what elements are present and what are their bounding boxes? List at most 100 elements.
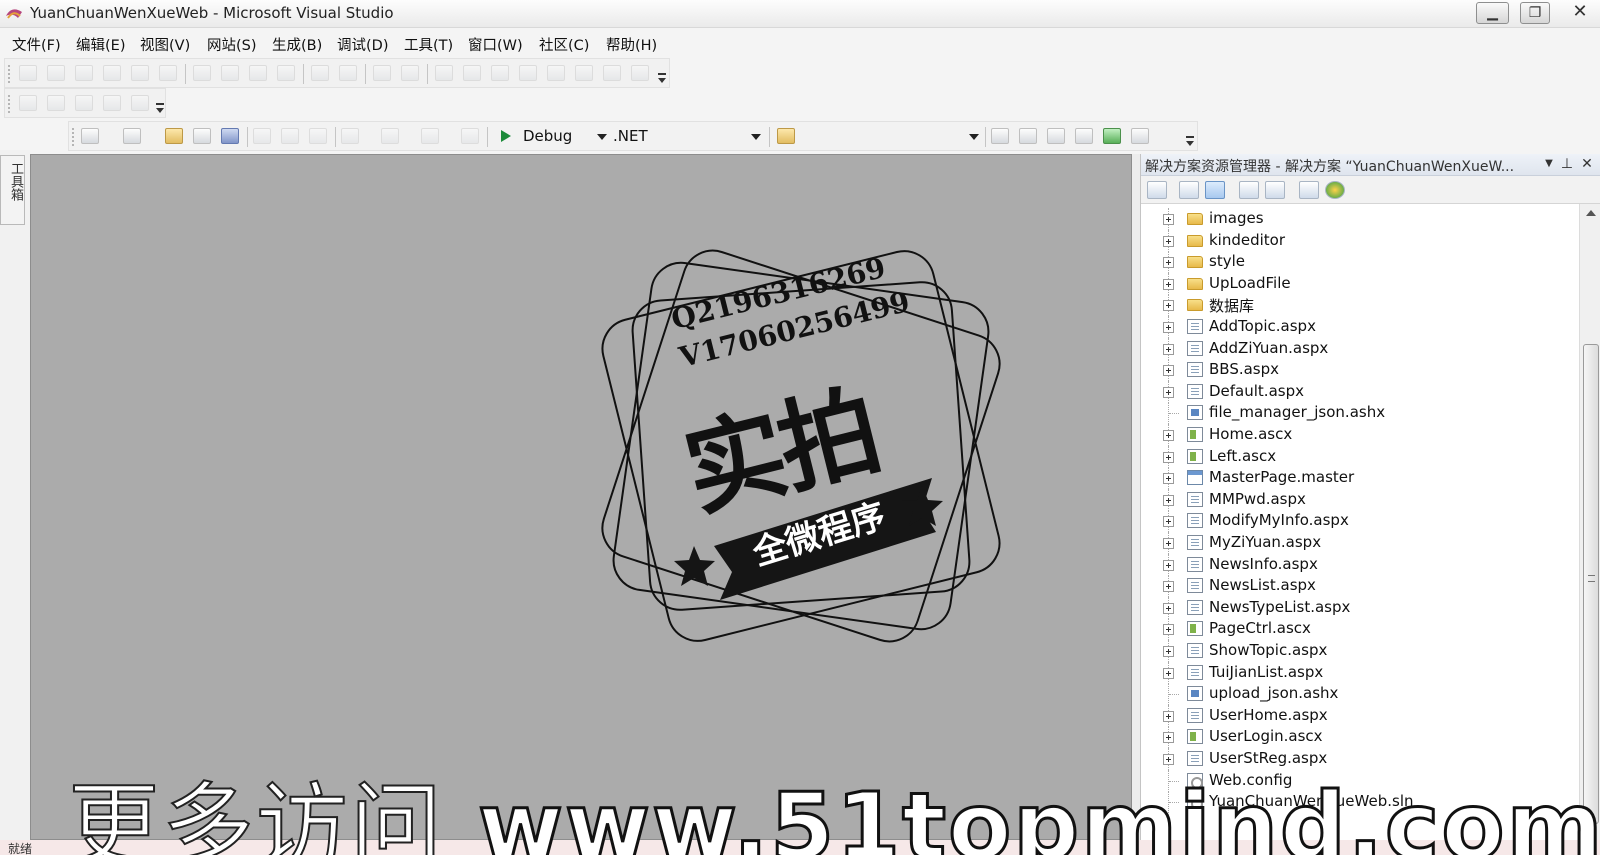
copy-icon[interactable] xyxy=(281,128,299,144)
expand-plus-icon[interactable] xyxy=(1163,646,1174,657)
expand-plus-icon[interactable] xyxy=(1163,581,1174,593)
toolbar-button[interactable] xyxy=(631,65,649,81)
tree-item[interactable]: ModifyMyInfo.aspx xyxy=(1141,510,1579,533)
tree-item[interactable]: NewsInfo.aspx xyxy=(1141,553,1579,576)
toolbar-button[interactable] xyxy=(159,65,177,81)
view-designer-icon[interactable] xyxy=(1265,181,1285,199)
tools-icon[interactable] xyxy=(1075,128,1093,144)
tree-item[interactable]: 数据库 xyxy=(1141,294,1579,317)
close-button[interactable]: ✕ xyxy=(1562,2,1598,24)
properties-icon[interactable] xyxy=(1147,181,1167,199)
expand-plus-icon[interactable] xyxy=(1163,365,1174,377)
toolbar-button[interactable] xyxy=(435,65,453,81)
navigate-forward-icon[interactable] xyxy=(461,128,479,144)
toolbar-button[interactable] xyxy=(339,65,357,81)
menu-community[interactable]: 社区(C) xyxy=(539,34,589,55)
scroll-up-icon[interactable] xyxy=(1586,210,1596,216)
expand-plus-icon[interactable] xyxy=(1163,559,1174,571)
tree-item[interactable]: MasterPage.master xyxy=(1141,467,1579,490)
tree-item[interactable]: UserLogin.ascx xyxy=(1141,726,1579,749)
view-code-icon[interactable] xyxy=(1239,181,1259,199)
toolbar-button[interactable] xyxy=(47,65,65,81)
toolbar-overflow-icon[interactable] xyxy=(155,103,165,117)
expand-plus-icon[interactable] xyxy=(1163,710,1174,722)
expand-plus-icon[interactable] xyxy=(1163,278,1174,290)
toolbar-button[interactable] xyxy=(277,65,295,81)
tree-item[interactable]: Default.aspx xyxy=(1141,380,1579,403)
tree-item[interactable]: AddTopic.aspx xyxy=(1141,316,1579,338)
toolbar-button[interactable] xyxy=(311,65,329,81)
tree-item[interactable]: upload_json.ashx xyxy=(1141,683,1579,706)
expand-plus-icon[interactable] xyxy=(1163,214,1174,225)
toolbar-button[interactable] xyxy=(463,65,481,81)
expand-plus-icon[interactable] xyxy=(1163,732,1174,744)
start-debugging-icon[interactable] xyxy=(497,128,515,144)
expand-plus-icon[interactable] xyxy=(1163,322,1174,333)
toolbar-button[interactable] xyxy=(131,95,149,111)
menu-view[interactable]: 视图(V) xyxy=(140,34,190,55)
configuration-select[interactable]: Debug xyxy=(519,125,611,147)
add-item-icon[interactable] xyxy=(123,128,141,144)
find-in-files-icon[interactable] xyxy=(777,128,795,144)
new-project-icon[interactable] xyxy=(81,128,99,144)
paste-icon[interactable] xyxy=(309,128,327,144)
toolbar-button[interactable] xyxy=(193,65,211,81)
expand-plus-icon[interactable] xyxy=(1163,624,1174,636)
tree-item[interactable]: file_manager_json.ashx xyxy=(1141,402,1579,425)
command-window-icon[interactable] xyxy=(1131,128,1149,144)
toolbar-overflow-icon[interactable] xyxy=(657,73,667,87)
toolbar-button[interactable] xyxy=(131,65,149,81)
find-icon[interactable] xyxy=(991,128,1009,144)
properties-icon[interactable] xyxy=(1019,128,1037,144)
redo-icon[interactable] xyxy=(381,128,399,144)
expand-plus-icon[interactable] xyxy=(1163,300,1174,312)
toolbar-grip[interactable] xyxy=(8,65,11,83)
toolbar-button[interactable] xyxy=(401,65,419,81)
toolbar-button[interactable] xyxy=(221,65,239,81)
expand-plus-icon[interactable] xyxy=(1163,257,1174,269)
start-page-icon[interactable] xyxy=(1103,128,1121,144)
toolbar-button[interactable] xyxy=(603,65,621,81)
tree-item[interactable]: AddZiYuan.aspx xyxy=(1141,337,1579,360)
tree-item[interactable]: Left.ascx xyxy=(1141,445,1579,468)
save-all-icon[interactable] xyxy=(221,128,239,144)
copy-website-icon[interactable] xyxy=(1299,181,1319,199)
expand-plus-icon[interactable] xyxy=(1163,602,1174,614)
tree-item[interactable]: BBS.aspx xyxy=(1141,359,1579,382)
restore-button[interactable]: ❐ xyxy=(1520,2,1550,24)
toolbar-button[interactable] xyxy=(575,65,593,81)
toolbar-button[interactable] xyxy=(373,65,391,81)
asp-net-configuration-icon[interactable] xyxy=(1325,181,1345,199)
menu-window[interactable]: 窗口(W) xyxy=(468,34,523,55)
refresh-icon[interactable] xyxy=(1179,181,1199,199)
tree-item[interactable]: TuiJianList.aspx xyxy=(1141,661,1579,684)
toolbar-button[interactable] xyxy=(47,95,65,111)
expand-plus-icon[interactable] xyxy=(1163,386,1174,398)
navigate-back-icon[interactable] xyxy=(421,128,439,144)
save-icon[interactable] xyxy=(193,128,211,144)
tree-item[interactable]: MMPwd.aspx xyxy=(1141,488,1579,511)
toolbar-button[interactable] xyxy=(75,95,93,111)
expand-plus-icon[interactable] xyxy=(1163,538,1174,549)
expand-plus-icon[interactable] xyxy=(1163,473,1174,485)
tree-item[interactable]: NewsTypeList.aspx xyxy=(1141,596,1579,619)
expand-plus-icon[interactable] xyxy=(1163,667,1174,679)
nest-related-files-icon[interactable] xyxy=(1205,181,1225,199)
menu-website[interactable]: 网站(S) xyxy=(207,34,257,55)
toolbar-button[interactable] xyxy=(103,65,121,81)
vertical-scrollbar[interactable] xyxy=(1579,204,1600,840)
toolbar-grip[interactable] xyxy=(72,128,75,146)
cut-icon[interactable] xyxy=(253,128,271,144)
tree-item[interactable]: images xyxy=(1141,208,1579,230)
tree-item[interactable]: MyZiYuan.aspx xyxy=(1141,532,1579,554)
undo-icon[interactable] xyxy=(341,128,359,144)
menu-edit[interactable]: 编辑(E) xyxy=(76,34,125,55)
find-combo[interactable] xyxy=(803,125,983,147)
toolbar-button[interactable] xyxy=(519,65,537,81)
menu-help[interactable]: 帮助(H) xyxy=(606,34,657,55)
expand-plus-icon[interactable] xyxy=(1163,494,1174,506)
tree-item[interactable]: ShowTopic.aspx xyxy=(1141,640,1579,662)
toolbar-button[interactable] xyxy=(19,65,37,81)
tree-item[interactable]: kindeditor xyxy=(1141,229,1579,252)
toolbar-overflow-icon[interactable] xyxy=(1185,136,1195,150)
